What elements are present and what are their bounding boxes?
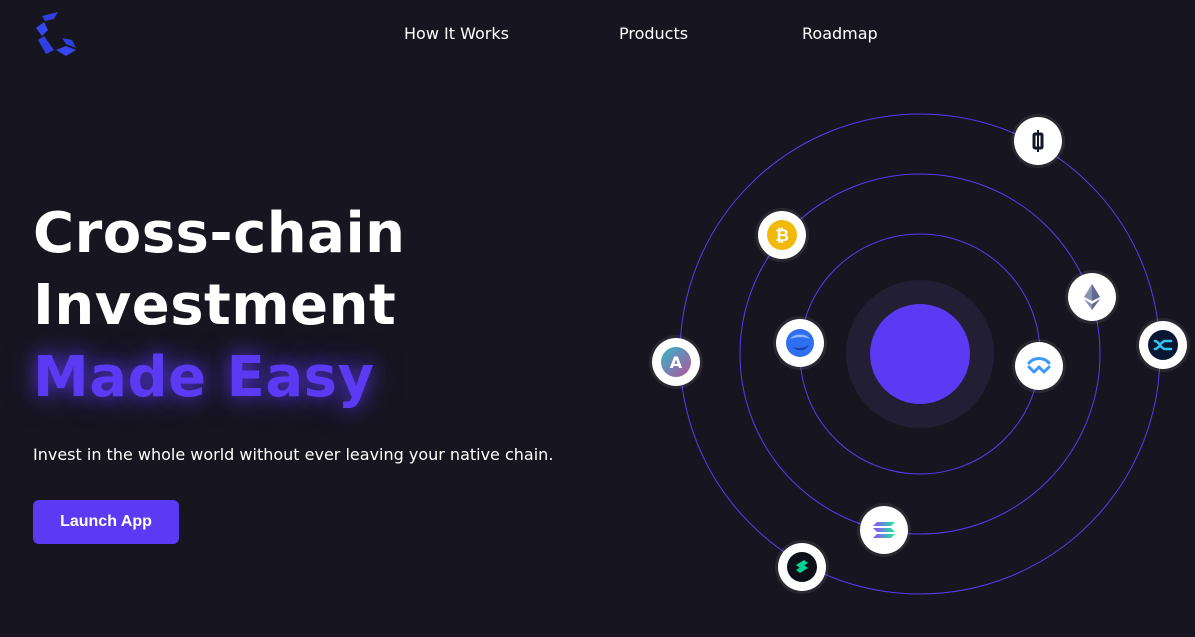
launch-app-button[interactable]: Launch App: [33, 500, 179, 544]
candlestick-token-icon: [1014, 117, 1062, 165]
nav-roadmap[interactable]: Roadmap: [802, 24, 878, 43]
solana-icon: [860, 506, 908, 554]
nav-products[interactable]: Products: [619, 24, 688, 43]
orbit-core: [870, 304, 970, 404]
hero-subtitle: Invest in the whole world without ever l…: [33, 445, 554, 464]
main-nav: How It Works Products Roadmap: [0, 24, 1195, 48]
orbit-core-halo: [846, 280, 994, 428]
nav-how-it-works[interactable]: How It Works: [404, 24, 509, 43]
sphere-token-icon: [776, 319, 824, 367]
orbit-ring-outer: [679, 113, 1161, 595]
svg-text:A: A: [670, 353, 683, 372]
ethereum-icon: [1068, 273, 1116, 321]
svg-text:₿: ₿: [775, 226, 789, 246]
hero-title-line-1: Cross-chain: [33, 201, 406, 266]
hero-title-line-2: Investment: [33, 273, 397, 338]
walletconnect-icon: [1015, 342, 1063, 390]
orbit-ring-inner: [799, 233, 1041, 475]
compound-icon: [778, 543, 826, 591]
aave-icon: A: [652, 338, 700, 386]
synapse-icon: [1139, 321, 1187, 369]
hero-title: Cross-chain Investment Made Easy: [33, 198, 406, 414]
bitcoin-icon: ₿: [758, 211, 806, 259]
hero-title-accent: Made Easy: [33, 345, 375, 410]
